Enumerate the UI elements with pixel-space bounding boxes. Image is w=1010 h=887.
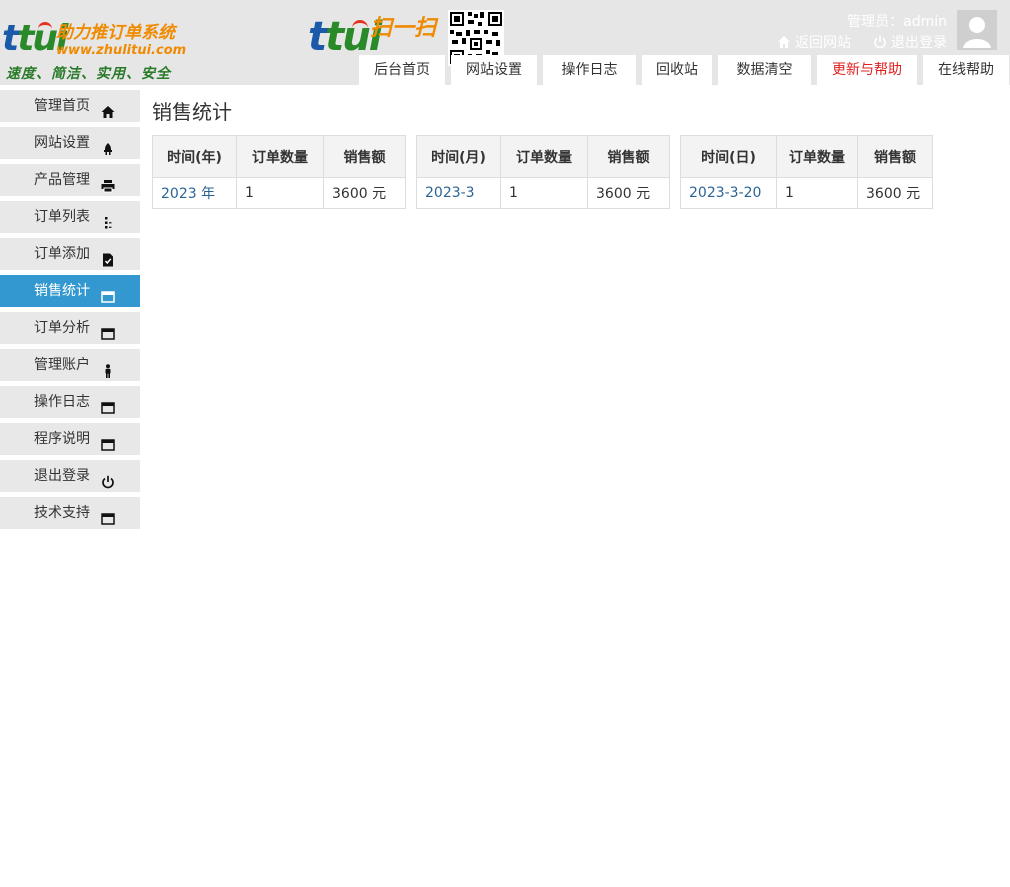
nav-tab-3[interactable]: 回收站 <box>642 55 712 85</box>
top-nav: 后台首页 网站设置 操作日志 回收站 数据清空 更新与帮助 在线帮助 <box>359 55 1010 85</box>
column-header: 销售额 <box>323 135 406 178</box>
sidebar-item-4[interactable]: 订单添加 <box>0 238 140 270</box>
header: ttui 助力推订单系统 www.zhulitui.com 速度、简洁、实用、安… <box>0 0 1010 85</box>
sidebar-item-label: 销售统计 <box>34 283 90 299</box>
nav-tab-5[interactable]: 更新与帮助 <box>817 55 917 85</box>
table-cell: 1 <box>500 177 588 209</box>
nav-tab-0[interactable]: 后台首页 <box>359 55 445 85</box>
period-link[interactable]: 2023 年 <box>152 177 237 209</box>
table-cell: 1 <box>236 177 324 209</box>
table-row: 2023-3-20 1 3600 元 <box>680 177 933 209</box>
scan-arc-icon <box>352 20 368 32</box>
sidebar-item-1[interactable]: 网站设置 <box>0 127 140 159</box>
home-icon <box>101 99 115 118</box>
return-site-link[interactable]: 返回网站 <box>777 32 851 52</box>
column-header: 订单数量 <box>236 135 324 178</box>
plug-icon <box>101 136 115 155</box>
sidebar-item-0[interactable]: 管理首页 <box>0 90 140 122</box>
page-title: 销售统计 <box>152 100 232 124</box>
table-row: 2023 年 1 3600 元 <box>152 177 406 209</box>
window-icon <box>101 506 115 525</box>
document-check-icon <box>101 247 115 267</box>
sidebar-item-label: 操作日志 <box>34 394 90 410</box>
top-links: 返回网站 退出登录 <box>777 32 947 52</box>
sidebar-item-5[interactable]: 销售统计 <box>0 275 140 307</box>
admin-label: 管理员：admin <box>847 14 947 30</box>
window-icon <box>101 284 115 303</box>
sidebar-item-label: 网站设置 <box>34 135 90 151</box>
sidebar-item-3[interactable]: 订单列表 <box>0 201 140 233</box>
nav-tab-6[interactable]: 在线帮助 <box>923 55 1009 85</box>
period-link[interactable]: 2023-3 <box>416 177 501 209</box>
logout-label: 退出登录 <box>891 35 947 51</box>
window-icon <box>101 395 115 414</box>
sidebar-item-label: 退出登录 <box>34 468 90 484</box>
stats-table-2: 时间(日) 订单数量 销售额 2023-3-20 1 3600 元 <box>680 135 933 209</box>
column-header: 订单数量 <box>500 135 588 178</box>
power-icon <box>101 469 115 489</box>
person-icon <box>101 358 115 378</box>
table-header-row: 时间(日) 订单数量 销售额 <box>680 135 933 178</box>
site-logo[interactable]: ttui 助力推订单系统 www.zhulitui.com 速度、简洁、实用、安… <box>0 14 210 82</box>
scan-text: 扫一扫 <box>370 16 437 41</box>
table-row: 2023-3 1 3600 元 <box>416 177 670 209</box>
table-cell: 3600 元 <box>323 177 406 209</box>
sidebar: 管理首页网站设置产品管理订单列表订单添加销售统计订单分析管理账户操作日志程序说明… <box>0 90 140 534</box>
nav-tab-2[interactable]: 操作日志 <box>543 55 636 85</box>
logo-slogan: 速度、简洁、实用、安全 <box>6 66 171 82</box>
window-icon <box>101 321 115 340</box>
sidebar-item-label: 订单列表 <box>34 209 90 225</box>
sidebar-item-label: 技术支持 <box>34 505 90 521</box>
sidebar-item-7[interactable]: 管理账户 <box>0 349 140 381</box>
column-header: 销售额 <box>857 135 933 178</box>
logo-url: www.zhulitui.com <box>56 43 187 58</box>
sidebar-item-label: 管理账户 <box>34 357 90 373</box>
table-cell: 3600 元 <box>857 177 933 209</box>
logo-name: 助力推订单系统 <box>56 23 175 43</box>
nav-tab-4[interactable]: 数据清空 <box>718 55 811 85</box>
logo-arc-icon <box>38 22 52 33</box>
list-icon <box>101 210 115 229</box>
power-icon <box>874 36 886 49</box>
column-header: 销售额 <box>587 135 670 178</box>
table-cell: 3600 元 <box>587 177 670 209</box>
sidebar-item-label: 产品管理 <box>34 172 90 188</box>
stats-table-1: 时间(月) 订单数量 销售额 2023-3 1 3600 元 <box>416 135 670 209</box>
stats-table-0: 时间(年) 订单数量 销售额 2023 年 1 3600 元 <box>152 135 406 209</box>
sidebar-item-6[interactable]: 订单分析 <box>0 312 140 344</box>
sidebar-item-label: 程序说明 <box>34 431 90 447</box>
sidebar-item-label: 管理首页 <box>34 98 90 114</box>
window-icon <box>101 432 115 451</box>
sidebar-item-11[interactable]: 技术支持 <box>0 497 140 529</box>
logout-link[interactable]: 退出登录 <box>873 32 947 52</box>
sidebar-item-2[interactable]: 产品管理 <box>0 164 140 196</box>
column-header: 时间(日) <box>680 135 777 178</box>
table-header-row: 时间(年) 订单数量 销售额 <box>152 135 406 178</box>
column-header: 时间(年) <box>152 135 237 178</box>
user-avatar-icon <box>957 10 997 50</box>
period-link[interactable]: 2023-3-20 <box>680 177 777 209</box>
sidebar-item-9[interactable]: 程序说明 <box>0 423 140 455</box>
sidebar-item-10[interactable]: 退出登录 <box>0 460 140 492</box>
home-icon <box>778 36 790 48</box>
table-cell: 1 <box>776 177 858 209</box>
sidebar-item-8[interactable]: 操作日志 <box>0 386 140 418</box>
avatar[interactable] <box>957 10 997 50</box>
table-header-row: 时间(月) 订单数量 销售额 <box>416 135 670 178</box>
column-header: 订单数量 <box>776 135 858 178</box>
column-header: 时间(月) <box>416 135 501 178</box>
printer-icon <box>101 173 115 193</box>
sidebar-item-label: 订单添加 <box>34 246 90 262</box>
nav-tab-1[interactable]: 网站设置 <box>451 55 537 85</box>
sidebar-item-label: 订单分析 <box>34 320 90 336</box>
return-site-label: 返回网站 <box>795 35 851 51</box>
